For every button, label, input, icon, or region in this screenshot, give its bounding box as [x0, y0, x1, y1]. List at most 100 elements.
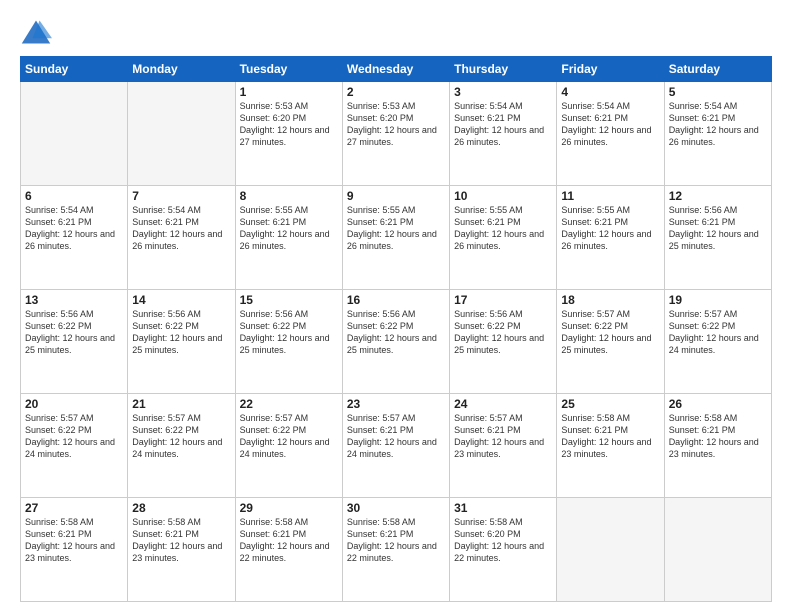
calendar-cell: 24Sunrise: 5:57 AM Sunset: 6:21 PM Dayli…: [450, 394, 557, 498]
day-number: 12: [669, 189, 767, 203]
calendar-cell: 9Sunrise: 5:55 AM Sunset: 6:21 PM Daylig…: [342, 186, 449, 290]
day-number: 22: [240, 397, 338, 411]
calendar-cell: [664, 498, 771, 602]
calendar-cell: 19Sunrise: 5:57 AM Sunset: 6:22 PM Dayli…: [664, 290, 771, 394]
day-number: 25: [561, 397, 659, 411]
calendar-cell: 13Sunrise: 5:56 AM Sunset: 6:22 PM Dayli…: [21, 290, 128, 394]
cell-info: Sunrise: 5:58 AM Sunset: 6:21 PM Dayligh…: [25, 516, 123, 565]
cell-info: Sunrise: 5:54 AM Sunset: 6:21 PM Dayligh…: [454, 100, 552, 149]
day-number: 26: [669, 397, 767, 411]
day-number: 28: [132, 501, 230, 515]
day-number: 9: [347, 189, 445, 203]
calendar-cell: 30Sunrise: 5:58 AM Sunset: 6:21 PM Dayli…: [342, 498, 449, 602]
cell-info: Sunrise: 5:58 AM Sunset: 6:21 PM Dayligh…: [561, 412, 659, 461]
calendar-cell: 6Sunrise: 5:54 AM Sunset: 6:21 PM Daylig…: [21, 186, 128, 290]
cell-info: Sunrise: 5:58 AM Sunset: 6:21 PM Dayligh…: [132, 516, 230, 565]
cell-info: Sunrise: 5:56 AM Sunset: 6:22 PM Dayligh…: [240, 308, 338, 357]
day-number: 11: [561, 189, 659, 203]
day-number: 23: [347, 397, 445, 411]
cell-info: Sunrise: 5:55 AM Sunset: 6:21 PM Dayligh…: [240, 204, 338, 253]
cell-info: Sunrise: 5:57 AM Sunset: 6:22 PM Dayligh…: [132, 412, 230, 461]
calendar-cell: 18Sunrise: 5:57 AM Sunset: 6:22 PM Dayli…: [557, 290, 664, 394]
calendar-cell: 1Sunrise: 5:53 AM Sunset: 6:20 PM Daylig…: [235, 82, 342, 186]
calendar-cell: 16Sunrise: 5:56 AM Sunset: 6:22 PM Dayli…: [342, 290, 449, 394]
cell-info: Sunrise: 5:55 AM Sunset: 6:21 PM Dayligh…: [561, 204, 659, 253]
cell-info: Sunrise: 5:54 AM Sunset: 6:21 PM Dayligh…: [132, 204, 230, 253]
calendar-cell: 2Sunrise: 5:53 AM Sunset: 6:20 PM Daylig…: [342, 82, 449, 186]
calendar-cell: 17Sunrise: 5:56 AM Sunset: 6:22 PM Dayli…: [450, 290, 557, 394]
day-number: 8: [240, 189, 338, 203]
weekday-header-tuesday: Tuesday: [235, 57, 342, 82]
cell-info: Sunrise: 5:56 AM Sunset: 6:22 PM Dayligh…: [454, 308, 552, 357]
calendar-cell: 5Sunrise: 5:54 AM Sunset: 6:21 PM Daylig…: [664, 82, 771, 186]
calendar-cell: 20Sunrise: 5:57 AM Sunset: 6:22 PM Dayli…: [21, 394, 128, 498]
cell-info: Sunrise: 5:58 AM Sunset: 6:21 PM Dayligh…: [240, 516, 338, 565]
cell-info: Sunrise: 5:58 AM Sunset: 6:20 PM Dayligh…: [454, 516, 552, 565]
logo: [20, 18, 56, 46]
day-number: 27: [25, 501, 123, 515]
calendar-cell: [21, 82, 128, 186]
calendar-cell: 23Sunrise: 5:57 AM Sunset: 6:21 PM Dayli…: [342, 394, 449, 498]
cell-info: Sunrise: 5:56 AM Sunset: 6:22 PM Dayligh…: [132, 308, 230, 357]
cell-info: Sunrise: 5:54 AM Sunset: 6:21 PM Dayligh…: [25, 204, 123, 253]
calendar-cell: 11Sunrise: 5:55 AM Sunset: 6:21 PM Dayli…: [557, 186, 664, 290]
cell-info: Sunrise: 5:57 AM Sunset: 6:22 PM Dayligh…: [669, 308, 767, 357]
day-number: 29: [240, 501, 338, 515]
calendar-cell: 22Sunrise: 5:57 AM Sunset: 6:22 PM Dayli…: [235, 394, 342, 498]
cell-info: Sunrise: 5:57 AM Sunset: 6:21 PM Dayligh…: [454, 412, 552, 461]
weekday-header-monday: Monday: [128, 57, 235, 82]
day-number: 31: [454, 501, 552, 515]
calendar-cell: 12Sunrise: 5:56 AM Sunset: 6:21 PM Dayli…: [664, 186, 771, 290]
calendar-cell: 27Sunrise: 5:58 AM Sunset: 6:21 PM Dayli…: [21, 498, 128, 602]
cell-info: Sunrise: 5:54 AM Sunset: 6:21 PM Dayligh…: [561, 100, 659, 149]
cell-info: Sunrise: 5:58 AM Sunset: 6:21 PM Dayligh…: [347, 516, 445, 565]
day-number: 10: [454, 189, 552, 203]
calendar-cell: 15Sunrise: 5:56 AM Sunset: 6:22 PM Dayli…: [235, 290, 342, 394]
day-number: 18: [561, 293, 659, 307]
calendar-cell: 3Sunrise: 5:54 AM Sunset: 6:21 PM Daylig…: [450, 82, 557, 186]
calendar-cell: 7Sunrise: 5:54 AM Sunset: 6:21 PM Daylig…: [128, 186, 235, 290]
day-number: 20: [25, 397, 123, 411]
header: [20, 18, 772, 46]
cell-info: Sunrise: 5:57 AM Sunset: 6:22 PM Dayligh…: [240, 412, 338, 461]
logo-icon: [20, 18, 52, 46]
calendar-cell: [128, 82, 235, 186]
day-number: 17: [454, 293, 552, 307]
cell-info: Sunrise: 5:57 AM Sunset: 6:21 PM Dayligh…: [347, 412, 445, 461]
day-number: 7: [132, 189, 230, 203]
cell-info: Sunrise: 5:54 AM Sunset: 6:21 PM Dayligh…: [669, 100, 767, 149]
weekday-header-friday: Friday: [557, 57, 664, 82]
cell-info: Sunrise: 5:57 AM Sunset: 6:22 PM Dayligh…: [25, 412, 123, 461]
weekday-header-saturday: Saturday: [664, 57, 771, 82]
day-number: 16: [347, 293, 445, 307]
day-number: 2: [347, 85, 445, 99]
cell-info: Sunrise: 5:58 AM Sunset: 6:21 PM Dayligh…: [669, 412, 767, 461]
calendar-cell: 8Sunrise: 5:55 AM Sunset: 6:21 PM Daylig…: [235, 186, 342, 290]
calendar-cell: 25Sunrise: 5:58 AM Sunset: 6:21 PM Dayli…: [557, 394, 664, 498]
cell-info: Sunrise: 5:57 AM Sunset: 6:22 PM Dayligh…: [561, 308, 659, 357]
week-row-3: 13 Sunrise: 5:56 AM Sunset: 6:22 PM Dayli…: [21, 290, 772, 394]
calendar-table: SundayMondayTuesdayWednesdayThursdayFrid…: [20, 56, 772, 602]
day-number: 5: [669, 85, 767, 99]
cell-info: Sunrise: 5:55 AM Sunset: 6:21 PM Dayligh…: [347, 204, 445, 253]
day-number: 3: [454, 85, 552, 99]
day-number: 30: [347, 501, 445, 515]
calendar-cell: 31Sunrise: 5:58 AM Sunset: 6:20 PM Dayli…: [450, 498, 557, 602]
calendar-cell: 21Sunrise: 5:57 AM Sunset: 6:22 PM Dayli…: [128, 394, 235, 498]
calendar-cell: [557, 498, 664, 602]
weekday-header-wednesday: Wednesday: [342, 57, 449, 82]
week-row-2: 6Sunrise: 5:54 AM Sunset: 6:21 PM Daylig…: [21, 186, 772, 290]
day-number: 24: [454, 397, 552, 411]
day-number: 1: [240, 85, 338, 99]
week-row-1: 1Sunrise: 5:53 AM Sunset: 6:20 PM Daylig…: [21, 82, 772, 186]
day-number: 14: [132, 293, 230, 307]
calendar-cell: 29Sunrise: 5:58 AM Sunset: 6:21 PM Dayli…: [235, 498, 342, 602]
day-number: 4: [561, 85, 659, 99]
day-number: 13: [25, 293, 123, 307]
weekday-header-row: SundayMondayTuesdayWednesdayThursdayFrid…: [21, 57, 772, 82]
day-number: 21: [132, 397, 230, 411]
weekday-header-thursday: Thursday: [450, 57, 557, 82]
week-row-5: 27Sunrise: 5:58 AM Sunset: 6:21 PM Dayli…: [21, 498, 772, 602]
cell-info: Sunrise: 5:56 AM Sunset: 6:21 PM Dayligh…: [669, 204, 767, 253]
weekday-header-sunday: Sunday: [21, 57, 128, 82]
